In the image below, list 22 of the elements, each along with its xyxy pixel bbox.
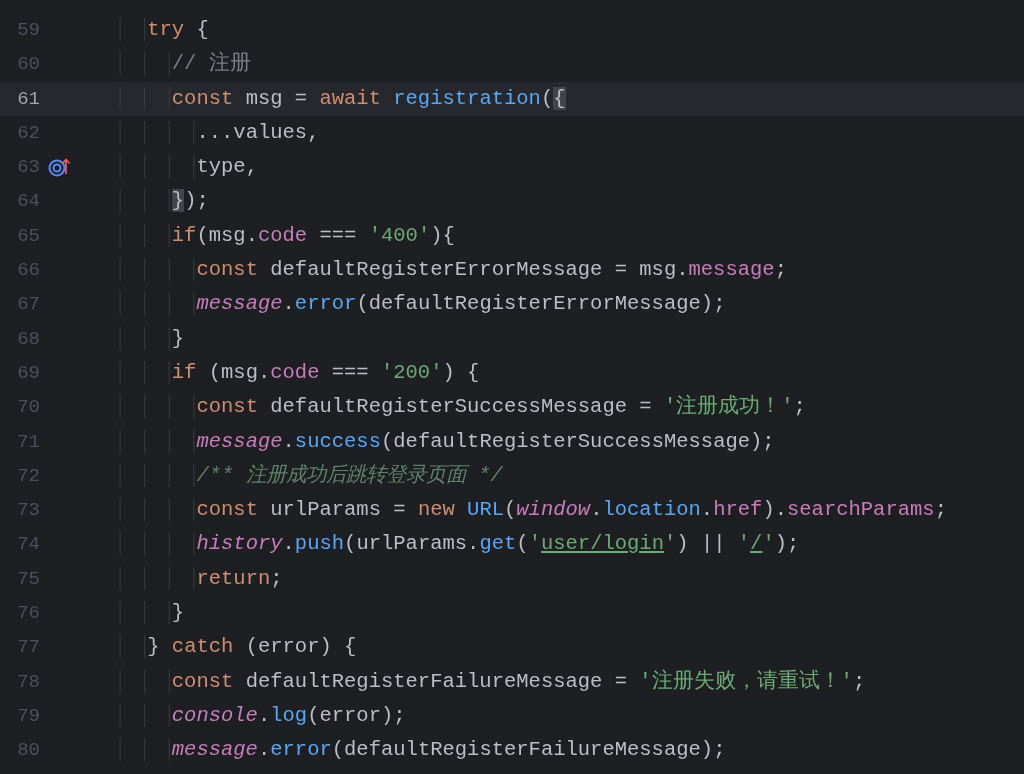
code-line: history.push(urlParams.get('user/login') || '/'); [98, 527, 800, 562]
code-line: message.error(defaultRegisterFailureMessage); [98, 733, 726, 768]
code-line: /** 注册成功后跳转登录页面 */ [98, 458, 503, 494]
code-line: ...values, [98, 115, 320, 151]
code-line: } catch (error) { [98, 630, 357, 665]
code-line: console.log(error); [98, 698, 406, 734]
code-line: type, [98, 150, 258, 185]
code-line: const defaultRegisterFailureMessage = '注册失败，请重试！'; [98, 664, 866, 699]
code-line: // 注册 [98, 47, 251, 82]
code-line: if(msg.code === '400'){ [98, 218, 455, 254]
code-line: const defaultRegisterSuccessMessage = '注册成功！'; [98, 390, 806, 425]
code-line: if (msg.code === '200') { [98, 355, 480, 391]
code-line: message.success(defaultRegisterSuccessMessage); [98, 424, 775, 459]
code-line: }); [98, 184, 209, 219]
target-arrow-icon[interactable] [48, 157, 72, 178]
code-line: const defaultRegisterErrorMessage = msg.message; [98, 253, 787, 288]
code-line: return; [98, 561, 283, 597]
code-line: try { [98, 13, 209, 48]
code-line: const msg = await registration({ [98, 81, 566, 116]
code-line: message.error(defaultRegisterErrorMessage); [98, 287, 726, 322]
code-line: const urlParams = new URL(window.location.href).searchParams; [98, 493, 947, 528]
line-number: 61 [16, 86, 40, 112]
